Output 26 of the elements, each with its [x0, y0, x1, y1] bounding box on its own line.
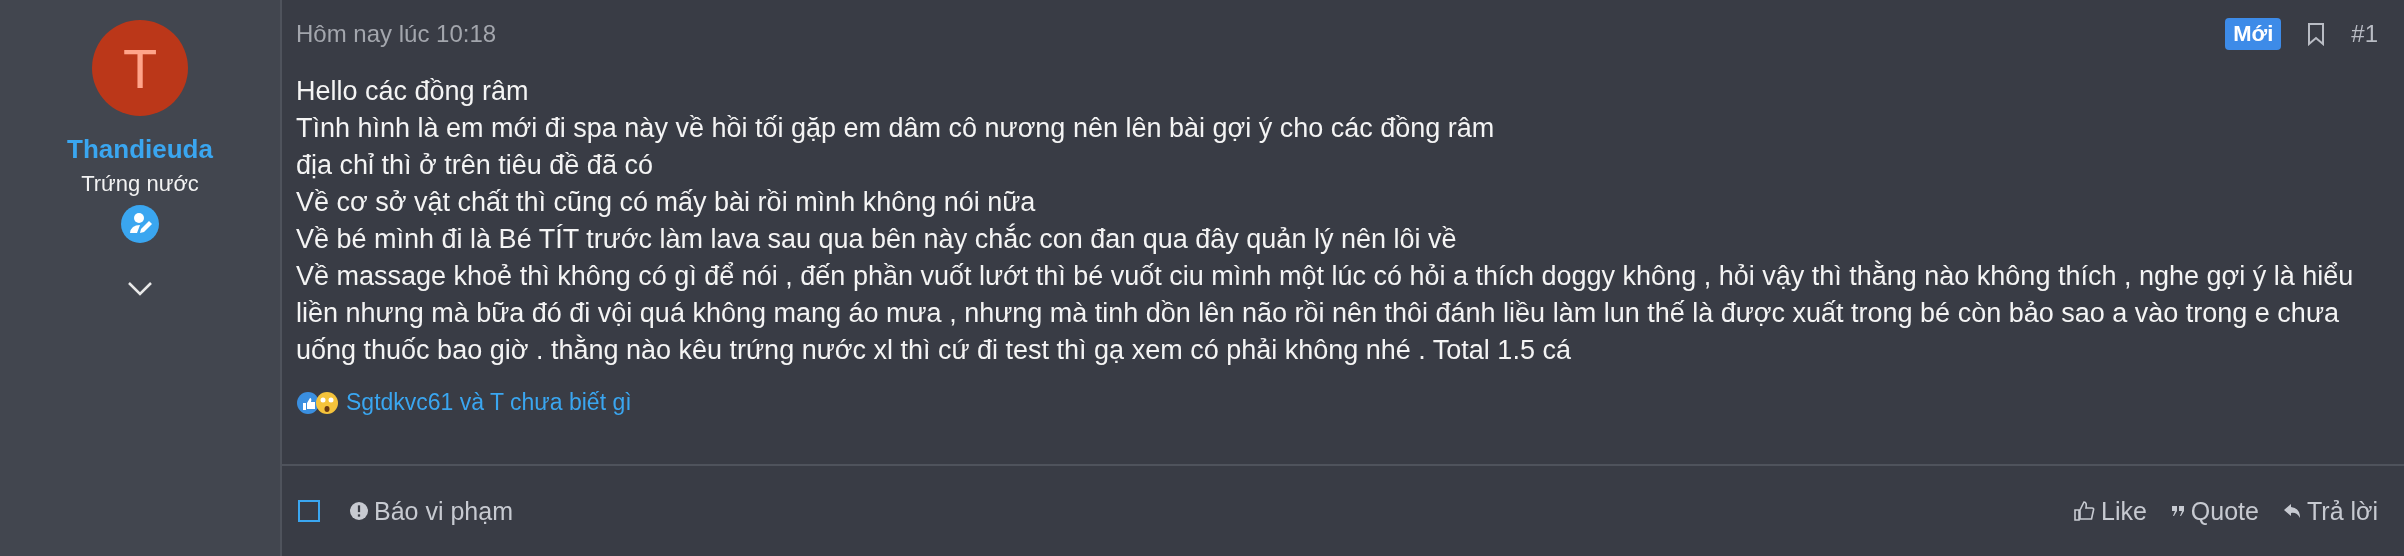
post-time[interactable]: Hôm nay lúc 10:18: [296, 20, 497, 48]
alert-icon: [350, 502, 368, 520]
like-button[interactable]: Like: [2073, 496, 2147, 526]
post-text: Về massage khoẻ thì không có gì để nói , đến phần vuốt lướt thì bé vuốt ciu mình một lúc có hỏi a thích doggy không , hỏi vậy thì thằng nào không thích , nghe gợi ý là hiểu liền nhưng mà bữa đó đi vội quá không mang áo mưa , nhưng mà tinh dồn lên não rồi nên thôi đánh liều làm lun thế là được xuất trong bé còn bảo sao a vào trong e chưa uống thuốc bao giờ . thằng nào kêu trứng nước xl thì cứ đi test thì gạ xem có phải không nhé . Total 1.5 cá: [296, 259, 2355, 367]
chevron-down-icon[interactable]: [127, 281, 153, 297]
user-edit-icon: [121, 205, 159, 243]
username-link[interactable]: Thandieuda: [67, 134, 213, 165]
quote-icon: [2170, 505, 2185, 517]
post-text: địa chỉ thì ở trên tiêu đề đã có: [296, 149, 654, 182]
post-text: Về bé mình đi là Bé TÍT trước làm lava sau qua bên này chắc con đan qua đây quản lý nên lôi về: [296, 222, 1458, 256]
report-link[interactable]: Báo vi phạm: [350, 496, 513, 526]
quote-button[interactable]: Quote: [2170, 496, 2259, 526]
bookmark-icon[interactable]: [2307, 22, 2326, 46]
post-text: Về cơ sở vật chất thì cũng có mấy bài rồi mình không nói nữa: [296, 186, 1037, 219]
reply-arrow-icon: [2282, 503, 2301, 519]
new-label: Mới: [2225, 18, 2282, 50]
reply-button[interactable]: Trả lời: [2282, 496, 2378, 526]
reactions-link[interactable]: Sgtdkvc61 và T chưa biết gì: [346, 389, 632, 416]
post-text: Tình hình là em mới đi spa này về hồi tối gặp em dâm cô nương nên lên bài gợi ý cho các đồng râm: [296, 112, 1496, 145]
thumbs-up-icon: [2073, 500, 2095, 522]
post-text: Hello các đồng râm: [296, 75, 530, 108]
post-number[interactable]: #1: [2351, 20, 2378, 48]
select-checkbox[interactable]: [298, 500, 320, 522]
avatar[interactable]: T: [92, 20, 188, 116]
user-title: Trứng nước: [81, 171, 199, 197]
reaction-icons: [296, 389, 340, 416]
